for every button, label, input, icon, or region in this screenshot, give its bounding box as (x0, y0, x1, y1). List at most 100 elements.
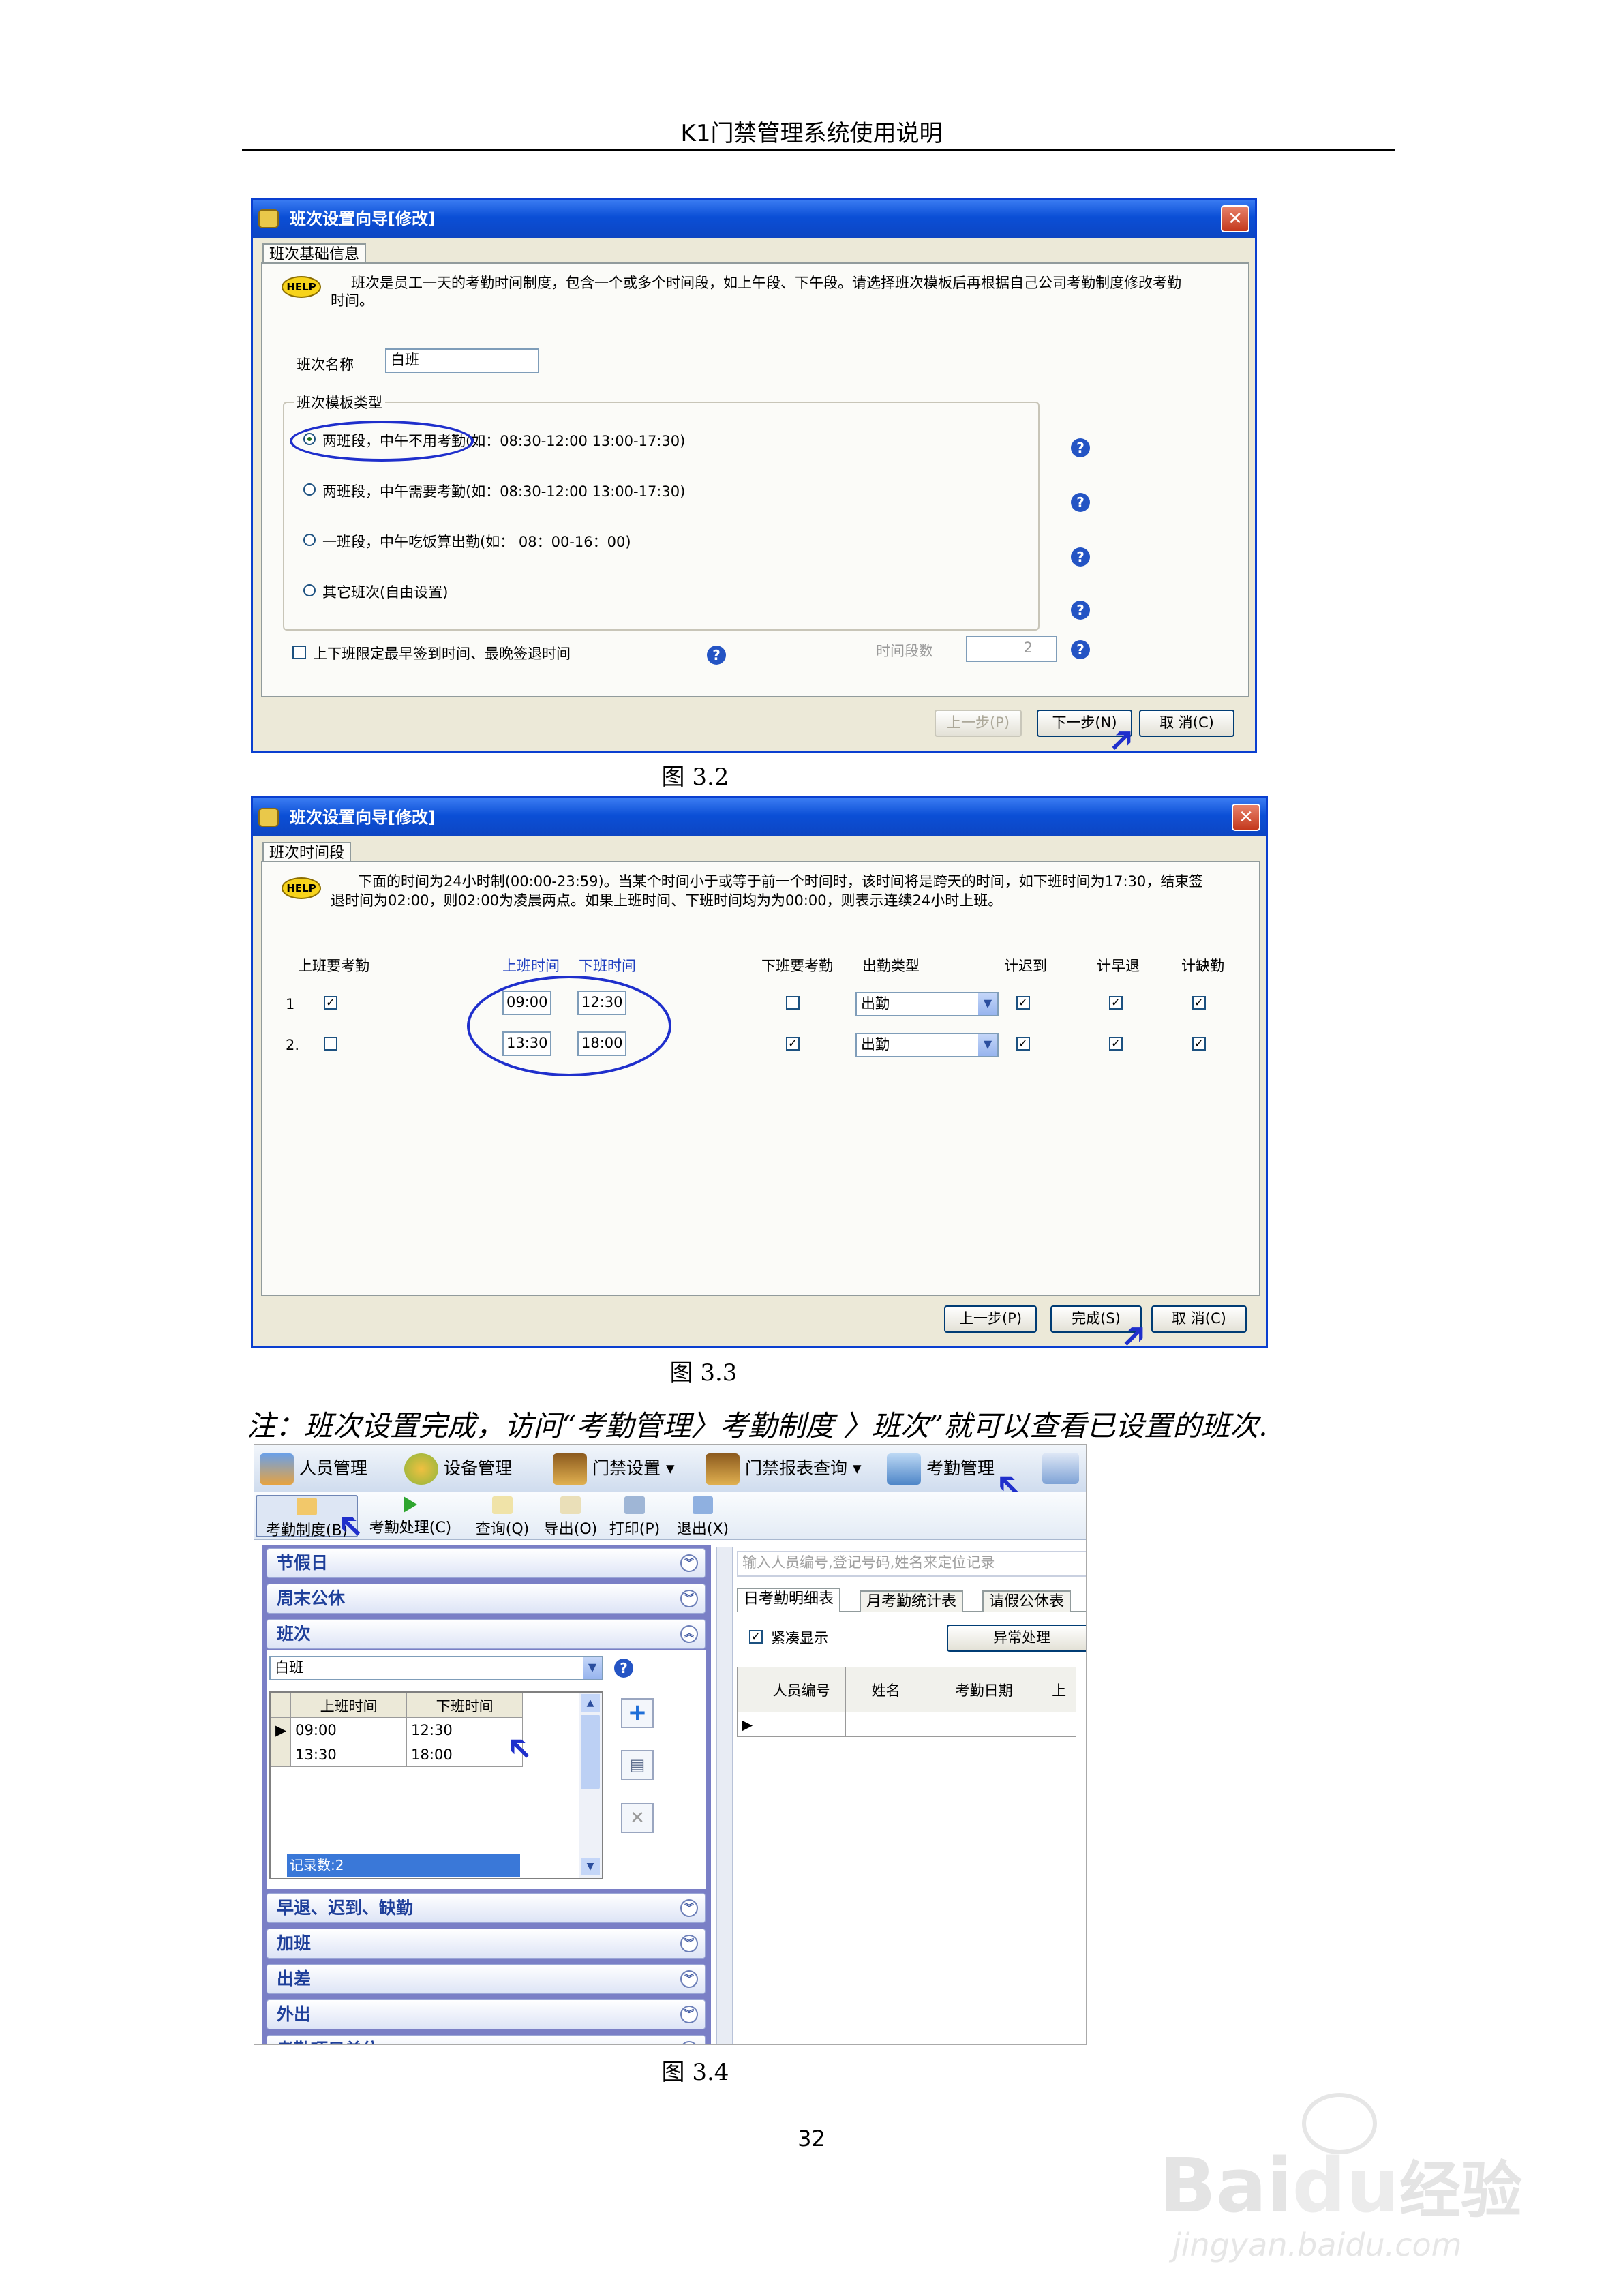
table-cell[interactable] (926, 1712, 1043, 1737)
help-question-icon-1[interactable]: ? (1071, 438, 1090, 457)
cancel-button[interactable]: 取 消(C) (1139, 710, 1234, 737)
menu-access-settings[interactable]: 门禁设置 ▾ (553, 1453, 675, 1485)
prev-button[interactable]: 上一步(P) (935, 710, 1022, 737)
tool-print[interactable]: 打印(P) (602, 1495, 667, 1538)
table-cell[interactable] (757, 1712, 847, 1737)
grid-header-off: 下班时间 (406, 1693, 524, 1718)
menu-personnel-label: 人员管理 (299, 1458, 368, 1478)
row1-absent-checkbox[interactable]: ✓ (1192, 996, 1206, 1010)
expand-icon[interactable]: ︾ (680, 1970, 698, 1988)
row2-absent-checkbox[interactable]: ✓ (1192, 1037, 1206, 1051)
window-titlebar: 班次设置向导[修改] (253, 200, 1255, 238)
expand-icon[interactable]: ︾ (680, 1554, 698, 1572)
col-date: 考勤日期 (926, 1667, 1043, 1712)
scroll-thumb[interactable] (581, 1715, 600, 1789)
close-icon[interactable]: ✕ (1232, 804, 1260, 831)
limit-checkbox[interactable] (292, 646, 306, 659)
figure-caption-3-4: 图 3.4 (661, 2059, 729, 2086)
grid-cell[interactable]: 09:00 (290, 1717, 408, 1742)
shift-name-input[interactable]: 白班 (385, 348, 539, 373)
scroll-up-icon[interactable]: ▲ (581, 1694, 600, 1712)
abnormal-button[interactable]: 异常处理 (947, 1625, 1086, 1652)
cancel-button[interactable]: 取 消(C) (1151, 1305, 1247, 1333)
help-text-line1: 下面的时间为24小时制(00:00-23:59)。当某个时间小于或等于前一个时间… (358, 873, 1204, 890)
attendance-app-screenshot: 人员管理 设备管理 门禁设置 ▾ 门禁报表查询 ▾ 考勤管理 ➔ 考勤制度(B)… (254, 1444, 1087, 2045)
grid-scrollbar[interactable]: ▲ ▼ (579, 1693, 602, 1878)
search-input[interactable]: 输入人员编号,登记号码,姓名来定位记录 (737, 1551, 1086, 1577)
row1-early-checkbox[interactable]: ✓ (1109, 996, 1123, 1010)
scroll-down-icon[interactable]: ▼ (581, 1858, 600, 1875)
menu-attendance[interactable]: 考勤管理 (887, 1453, 995, 1485)
table-row[interactable]: 13:30 18:00 (270, 1742, 524, 1767)
row1-late-checkbox[interactable]: ✓ (1016, 996, 1030, 1010)
tool-print-label: 打印(P) (609, 1521, 661, 1538)
table-row[interactable]: ▶ 09:00 12:30 (270, 1717, 524, 1742)
exit-icon (693, 1496, 713, 1514)
add-icon[interactable]: + (621, 1698, 654, 1728)
help-question-icon-6[interactable]: ? (1071, 640, 1090, 659)
chevron-down-icon: ▼ (978, 993, 997, 1015)
help-question-icon-2[interactable]: ? (1071, 493, 1090, 512)
header-rule (242, 149, 1395, 151)
section-holidays[interactable]: 节假日 ︾ (267, 1548, 706, 1578)
grid-cell[interactable]: 13:30 (290, 1742, 408, 1767)
expand-icon[interactable]: ︾ (680, 2041, 698, 2044)
tool-query[interactable]: 查询(Q) (471, 1495, 534, 1538)
table-cell[interactable] (1042, 1712, 1077, 1737)
expand-icon[interactable]: ︾ (680, 1590, 698, 1607)
segment-count-spinner[interactable]: 2 (966, 636, 1057, 662)
delete-icon[interactable]: ✕ (621, 1803, 654, 1833)
row2-late-checkbox[interactable]: ✓ (1016, 1037, 1030, 1051)
edit-icon[interactable]: ▤ (621, 1750, 654, 1780)
row2-need-on-checkbox[interactable] (324, 1037, 337, 1051)
expand-icon[interactable]: ︾ (680, 1899, 698, 1917)
collapse-icon[interactable]: ︽ (680, 1625, 698, 1643)
menu-access-report[interactable]: 门禁报表查询 ▾ (706, 1453, 862, 1485)
prev-button[interactable]: 上一步(P) (944, 1305, 1037, 1333)
section-weekend[interactable]: 周末公休 ︾ (267, 1584, 706, 1614)
rules-icon (297, 1498, 317, 1515)
option-radio-3[interactable] (303, 534, 316, 546)
annotation-ellipse (467, 976, 671, 1076)
tab-leave-rest[interactable]: 请假公休表 (982, 1590, 1072, 1612)
table-cell[interactable] (845, 1712, 927, 1737)
help-question-icon[interactable]: ? (614, 1659, 633, 1678)
watermark-logo: Baidu经验 jingyan.baidu.com (1159, 2093, 1568, 2263)
help-question-icon-3[interactable]: ? (1071, 547, 1090, 567)
row1-need-on-checkbox[interactable]: ✓ (324, 996, 337, 1010)
help-question-icon-5[interactable]: ? (707, 646, 726, 665)
section-out[interactable]: 外出 ︾ (267, 1999, 706, 2029)
section-overtime[interactable]: 加班 ︾ (267, 1929, 706, 1959)
menu-device[interactable]: 设备管理 (404, 1453, 512, 1485)
section-attendance-unit[interactable]: 考勤项目单位 ︾ (267, 2035, 706, 2044)
tab-daily-detail[interactable]: 日考勤明细表 (737, 1588, 841, 1612)
tool-attendance-process[interactable]: 考勤处理(C) (363, 1495, 457, 1537)
menu-personnel[interactable]: 人员管理 (260, 1453, 368, 1485)
tab-monthly-stats[interactable]: 月考勤统计表 (860, 1590, 964, 1612)
row2-type-select[interactable]: 出勤 ▼ (855, 1033, 999, 1057)
splitter[interactable] (716, 1547, 733, 2044)
table-row[interactable]: ▶ (736, 1712, 1077, 1737)
row2-early-checkbox[interactable]: ✓ (1109, 1037, 1123, 1051)
shift-select[interactable]: 白班 ▼ (269, 1656, 603, 1680)
section-business-trip[interactable]: 出差 ︾ (267, 1964, 706, 1994)
close-icon[interactable]: ✕ (1221, 205, 1249, 232)
expand-icon[interactable]: ︾ (680, 1935, 698, 1952)
section-shift[interactable]: 班次 ︽ (267, 1619, 706, 1649)
col-person-id: 人员编号 (757, 1667, 847, 1712)
col-type: 出勤类型 (862, 958, 920, 974)
shift-grid: 上班时间 下班时间 ▶ 09:00 12:30 13:30 18:00 记录数:… (269, 1691, 603, 1879)
row2-need-off-checkbox[interactable]: ✓ (786, 1037, 800, 1051)
section-late-early-absent[interactable]: 早退、迟到、缺勤 ︾ (267, 1893, 706, 1923)
grid-cell[interactable]: 12:30 (406, 1717, 524, 1742)
expand-icon[interactable]: ︾ (680, 2006, 698, 2023)
tool-exit[interactable]: 退出(X) (670, 1495, 735, 1538)
option-radio-4[interactable] (303, 584, 316, 596)
option-radio-2[interactable] (303, 483, 316, 496)
help-question-icon-4[interactable]: ? (1071, 601, 1090, 620)
row1-need-off-checkbox[interactable] (786, 996, 800, 1010)
tool-export[interactable]: 导出(O) (539, 1495, 602, 1538)
compact-checkbox[interactable]: ✓ (749, 1630, 763, 1644)
search-person-icon[interactable] (1042, 1453, 1079, 1484)
row1-type-select[interactable]: 出勤 ▼ (855, 992, 999, 1016)
